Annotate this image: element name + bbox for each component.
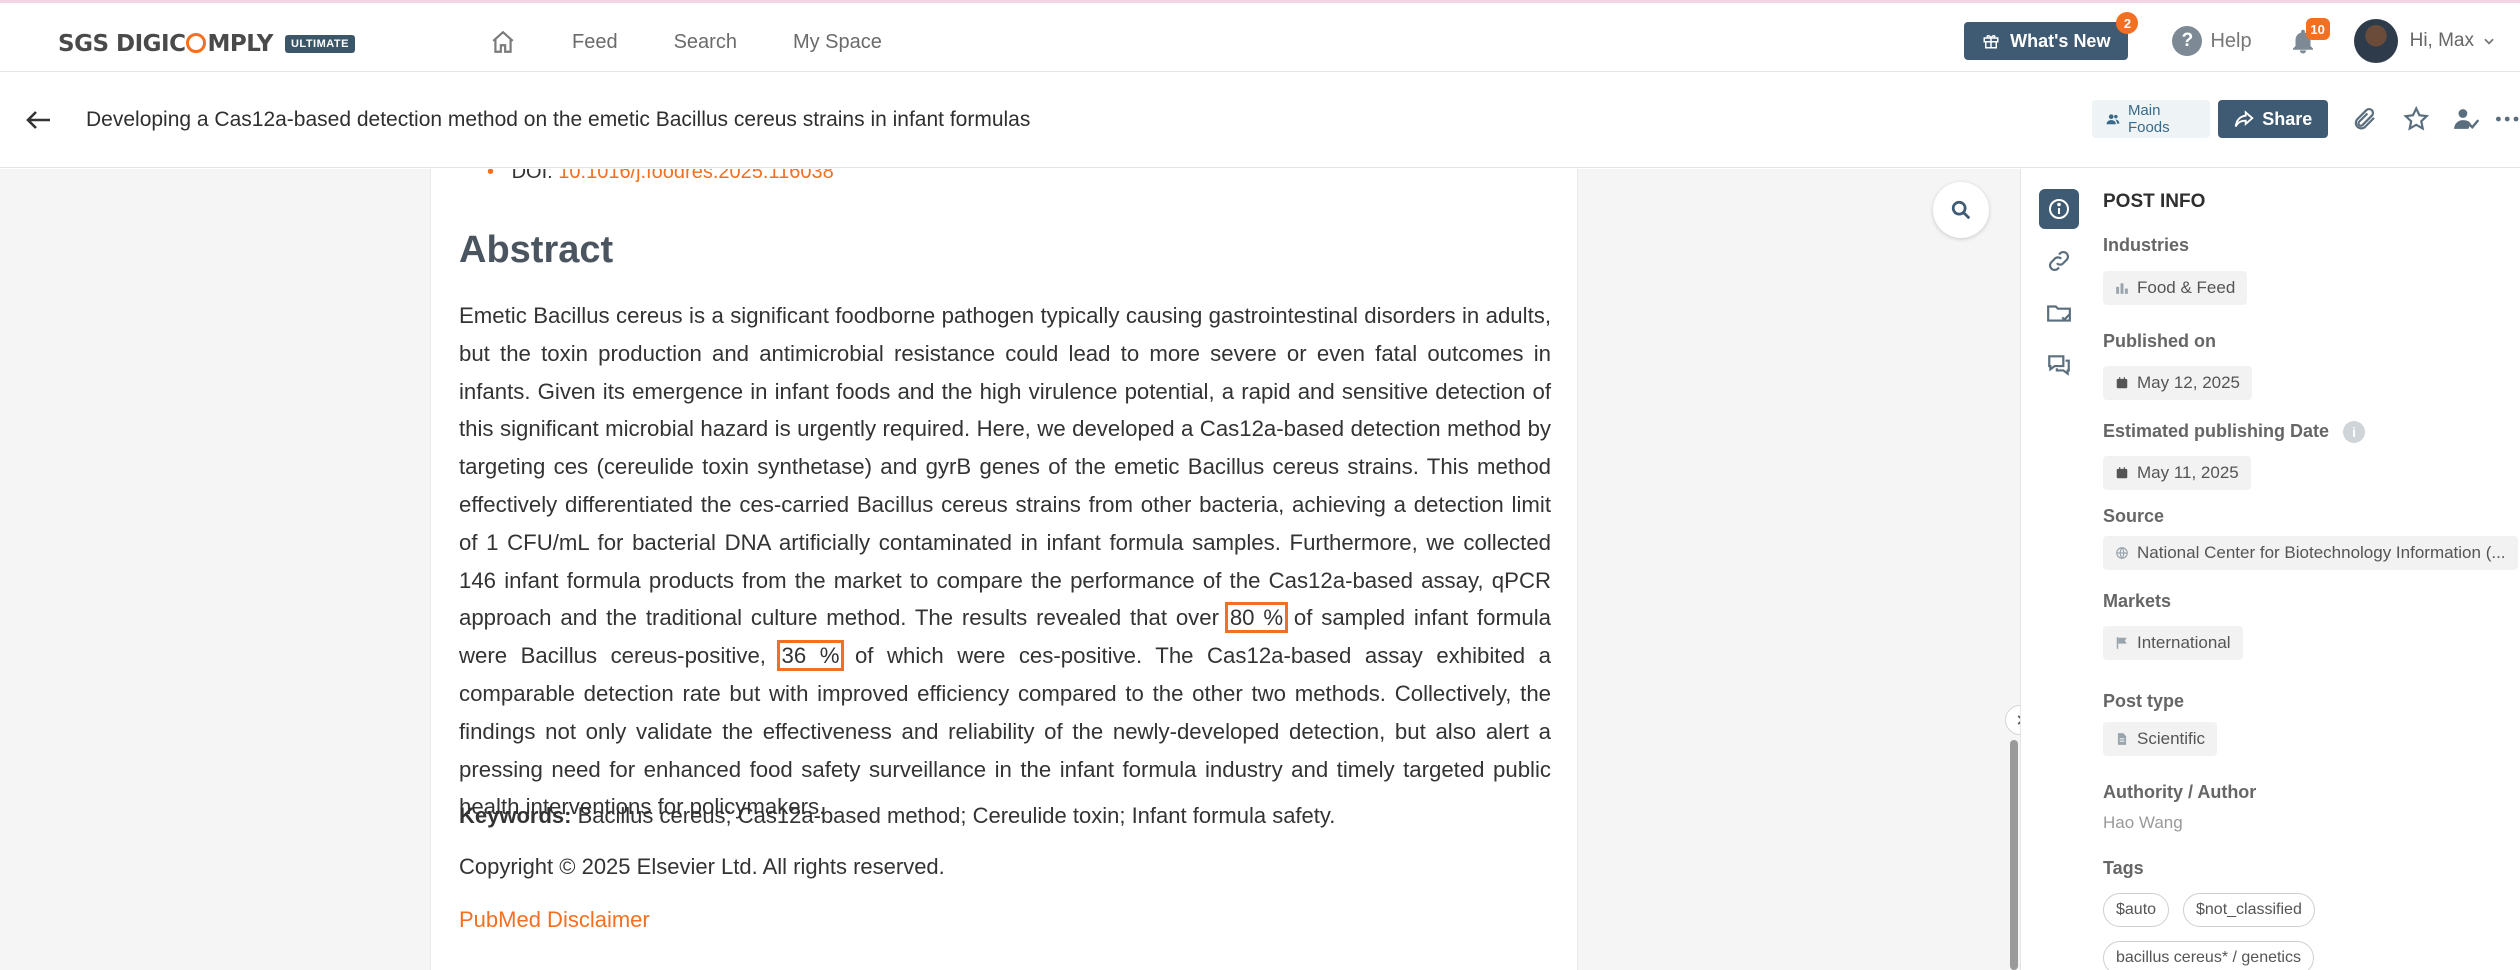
space-chip[interactable]: Main Foods xyxy=(2092,100,2211,138)
help-icon: ? xyxy=(2172,26,2203,56)
assign-user-icon[interactable] xyxy=(2453,104,2480,134)
whats-new-label: What's New xyxy=(2010,30,2111,51)
link-icon xyxy=(2049,251,2069,271)
markets-label: Markets xyxy=(2103,591,2172,611)
pubmed-disclaimer-link[interactable]: PubMed Disclaimer xyxy=(459,907,650,933)
calendar-icon xyxy=(2116,467,2128,479)
published-label: Published on xyxy=(2103,331,2217,351)
more-options-icon[interactable] xyxy=(2494,104,2520,134)
chevron-down-icon[interactable] xyxy=(2482,34,2496,48)
tag-chip[interactable]: $auto xyxy=(2103,893,2170,927)
estimated-date: May 11, 2025 xyxy=(2137,463,2239,482)
post-type-value: Scientific xyxy=(2137,729,2206,748)
keywords: Keywords: Bacillus cereus; Cas12a-based … xyxy=(459,803,1335,829)
market-value: International xyxy=(2137,633,2231,652)
estimated-date-chip: May 11, 2025 xyxy=(2103,456,2251,490)
source-label: Source xyxy=(2103,506,2165,526)
space-label: Main Foods xyxy=(2127,102,2170,136)
share-icon xyxy=(2234,110,2254,127)
brand-logo[interactable]: SGS DIGIC MPLY ULTIMATE xyxy=(58,31,355,57)
highlight-80-percent[interactable]: 80 % xyxy=(1224,602,1289,634)
estimated-date-label: Estimated publishing Date i xyxy=(2103,421,2366,444)
logo-text: SGS DIGIC MPLY xyxy=(58,31,273,57)
chart-icon xyxy=(2116,283,2128,294)
tab-folders[interactable] xyxy=(2039,293,2079,333)
share-label: Share xyxy=(2262,108,2313,129)
header-actions: What's New 2 ? Help 10 Hi, Max xyxy=(1964,12,2496,63)
calendar-icon xyxy=(2116,377,2128,389)
logo-o-icon xyxy=(186,33,207,53)
abstract-heading: Abstract xyxy=(459,229,614,271)
whats-new-count-badge: 2 xyxy=(2116,12,2139,34)
author-value: Hao Wang xyxy=(2103,813,2183,832)
post-info: POST INFO Industries Food & Feed Publish… xyxy=(2103,191,2520,970)
doi-line: • DOI: 10.1016/j.foodres.2025.116038 xyxy=(487,169,834,184)
star-icon[interactable] xyxy=(2402,104,2429,134)
share-button[interactable]: Share xyxy=(2218,100,2329,138)
folder-icon xyxy=(2047,305,2071,322)
doi-link[interactable]: 10.1016/j.foodres.2025.116038 xyxy=(558,169,833,183)
flag-icon xyxy=(2116,637,2127,649)
keywords-label: Keywords: xyxy=(459,803,572,828)
nav-feed[interactable]: Feed xyxy=(572,31,618,54)
tag-chip[interactable]: $not_classified xyxy=(2183,893,2315,927)
gift-icon xyxy=(1983,35,1999,49)
main-nav: Feed Search My Space xyxy=(490,29,882,55)
published-date-chip: May 12, 2025 xyxy=(2103,366,2253,400)
highlight-36-percent[interactable]: 36 % xyxy=(776,640,845,672)
info-icon xyxy=(2049,199,2069,219)
comments-icon xyxy=(2048,355,2070,376)
globe-icon xyxy=(2116,547,2128,560)
tab-info[interactable] xyxy=(2039,189,2079,229)
post-info-title: POST INFO xyxy=(2103,191,2206,212)
source-chip[interactable]: National Center for Biotechnology Inform… xyxy=(2103,536,2518,570)
post-type-label: Post type xyxy=(2103,691,2185,711)
industry-value: Food & Feed xyxy=(2137,278,2236,297)
top-navbar: SGS DIGIC MPLY ULTIMATE Feed Search My Sp… xyxy=(0,0,2520,72)
article-body: • DOI: 10.1016/j.foodres.2025.116038 Abs… xyxy=(430,169,1578,970)
help-button[interactable]: ? Help xyxy=(2172,26,2252,56)
doi-prefix: DOI: xyxy=(511,169,553,183)
user-greeting[interactable]: Hi, Max xyxy=(2410,30,2474,52)
document-icon xyxy=(2117,733,2127,745)
nav-my-space[interactable]: My Space xyxy=(793,31,882,54)
industries-label: Industries xyxy=(2103,235,2190,255)
users-icon xyxy=(2106,114,2120,125)
tab-comments[interactable] xyxy=(2039,345,2079,385)
published-date: May 12, 2025 xyxy=(2137,373,2241,392)
industry-chip[interactable]: Food & Feed xyxy=(2103,271,2248,305)
author-label: Authority / Author xyxy=(2103,782,2257,802)
copyright: Copyright © 2025 Elsevier Ltd. All right… xyxy=(459,854,945,879)
tag-chip[interactable]: bacillus cereus* / genetics xyxy=(2103,941,2314,970)
notifications-count-badge: 10 xyxy=(2305,18,2330,40)
source-value: National Center for Biotechnology Inform… xyxy=(2137,543,2506,562)
paperclip-icon[interactable] xyxy=(2352,104,2378,134)
scrollbar[interactable] xyxy=(2010,740,2018,970)
post-info-panel: POST INFO Industries Food & Feed Publish… xyxy=(2020,169,2520,970)
post-titlebar: Developing a Cas12a-based detection meth… xyxy=(0,72,2520,168)
panel-tabs xyxy=(2039,189,2083,397)
search-in-page-button[interactable] xyxy=(1933,182,1989,238)
tab-links[interactable] xyxy=(2039,241,2079,281)
info-tooltip-icon[interactable]: i xyxy=(2343,421,2366,444)
market-chip[interactable]: International xyxy=(2103,626,2243,660)
notifications-button[interactable]: 10 xyxy=(2288,18,2330,56)
search-icon xyxy=(1951,200,1971,220)
bullet-icon: • xyxy=(487,169,495,183)
help-label: Help xyxy=(2210,29,2252,52)
back-arrow-icon[interactable] xyxy=(24,108,52,132)
whats-new-button[interactable]: What's New 2 xyxy=(1964,12,2139,60)
keywords-value: Bacillus cereus; Cas12a-based method; Ce… xyxy=(577,803,1336,828)
post-title: Developing a Cas12a-based detection meth… xyxy=(86,108,1031,131)
abstract-text: Emetic Bacillus cereus is a significant … xyxy=(459,303,1552,820)
nav-search[interactable]: Search xyxy=(674,31,737,54)
tags-label: Tags xyxy=(2103,858,2144,878)
post-type-chip: Scientific xyxy=(2103,722,2218,756)
post-actions: Main Foods Share xyxy=(2092,100,2520,138)
avatar[interactable] xyxy=(2353,19,2398,63)
edition-badge: ULTIMATE xyxy=(284,35,355,53)
home-icon[interactable] xyxy=(490,29,516,55)
